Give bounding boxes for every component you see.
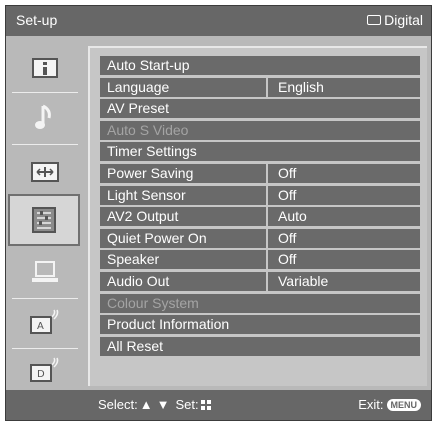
menu-row: Colour System [100, 293, 420, 313]
menu-row: Auto S Video [100, 120, 420, 140]
menu-row[interactable]: Product Information [100, 315, 420, 335]
menu-row[interactable]: Speaker Off [100, 250, 422, 270]
set-label: Set: [175, 397, 199, 412]
menu-footer: Select: ▲ ▼ Set: Exit: MENU [6, 390, 431, 420]
menu-row[interactable]: Quiet Power On Off [100, 228, 422, 248]
menu-row-label: Audio Out [107, 273, 170, 289]
menu-row-label: Colour System [107, 294, 199, 311]
menu-row-value: Variable [278, 273, 329, 289]
menu-row-label: Auto S Video [107, 121, 189, 138]
screen-icon[interactable] [10, 150, 80, 194]
menu-button-badge: MENU [386, 398, 421, 411]
menu-row[interactable]: Auto Start-up [100, 56, 420, 75]
analogue-icon[interactable]: A [10, 300, 80, 344]
menu-header: Set-up Digital [6, 6, 431, 36]
menu-row-value-cell: Variable [266, 272, 422, 291]
input-source: Digital [367, 12, 423, 28]
picture-icon[interactable] [10, 46, 80, 90]
down-arrow-icon: ▼ [156, 397, 170, 412]
menu-row[interactable]: Power Saving Off [100, 164, 420, 183]
menu-row[interactable]: Light Sensor Off [100, 185, 422, 205]
svg-text:D: D [37, 369, 45, 380]
exit-label: Exit: [358, 397, 384, 412]
setup-icon[interactable] [8, 194, 80, 246]
menu-row-value-cell: English [266, 77, 422, 97]
menu-row-label: Timer Settings [107, 143, 197, 160]
menu-row-value: Off [278, 186, 297, 203]
menu-row-value-cell: Auto [266, 207, 422, 227]
menu-row-label: Power Saving [107, 165, 194, 181]
menu-row-value: English [278, 78, 324, 95]
menu-row-label: Speaker [107, 251, 160, 268]
sound-icon[interactable] [10, 96, 80, 140]
navigation-hint: Select: ▲ ▼ Set: [98, 397, 211, 412]
menu-row-value-cell: Off [266, 164, 422, 183]
menu-row[interactable]: AV2 Output Auto [100, 207, 422, 227]
menu-row-label: Auto Start-up [107, 57, 190, 73]
source-icon [367, 15, 382, 25]
menu-row[interactable]: Audio Out Variable [100, 272, 420, 291]
menu-row-label: Light Sensor [107, 186, 186, 203]
menu-row[interactable]: All Reset [100, 336, 420, 356]
menu-row-value: Off [278, 251, 297, 268]
menu-row-value: Off [278, 229, 297, 246]
menu-row-value-cell: Off [266, 228, 422, 248]
setup-menu-window: Set-up Digital A D Auto Start-up Languag… [5, 5, 432, 421]
menu-title: Set-up [16, 12, 58, 28]
menu-row-value: Auto [278, 208, 307, 225]
menu-row-label: Language [107, 78, 170, 95]
category-sidebar: A D [6, 36, 88, 390]
menu-row-value-cell: Off [266, 185, 422, 205]
menu-row-label: AV2 Output [107, 208, 179, 225]
menu-row-value-cell: Off [266, 250, 422, 270]
menu-row-label: Quiet Power On [107, 229, 207, 246]
menu-row-label: AV Preset [107, 100, 169, 117]
up-arrow-icon: ▲ [139, 397, 153, 412]
input-source-label: Digital [384, 12, 423, 28]
menu-row-label: All Reset [107, 337, 164, 354]
pc-icon[interactable] [10, 250, 80, 294]
menu-row-label: Product Information [107, 316, 230, 333]
svg-text:A: A [37, 321, 44, 332]
menu-row-value: Off [278, 165, 297, 181]
settings-panel: Auto Start-up Language English AV Preset Aut… [88, 46, 427, 386]
set-button-icon [200, 399, 211, 410]
menu-row[interactable]: AV Preset [100, 99, 420, 119]
digital-icon[interactable]: D [10, 348, 80, 392]
menu-row[interactable]: Language English [100, 77, 422, 97]
menu-row[interactable]: Timer Settings [100, 142, 420, 162]
select-label: Select: [98, 397, 138, 412]
exit-hint: Exit: MENU [358, 397, 421, 412]
